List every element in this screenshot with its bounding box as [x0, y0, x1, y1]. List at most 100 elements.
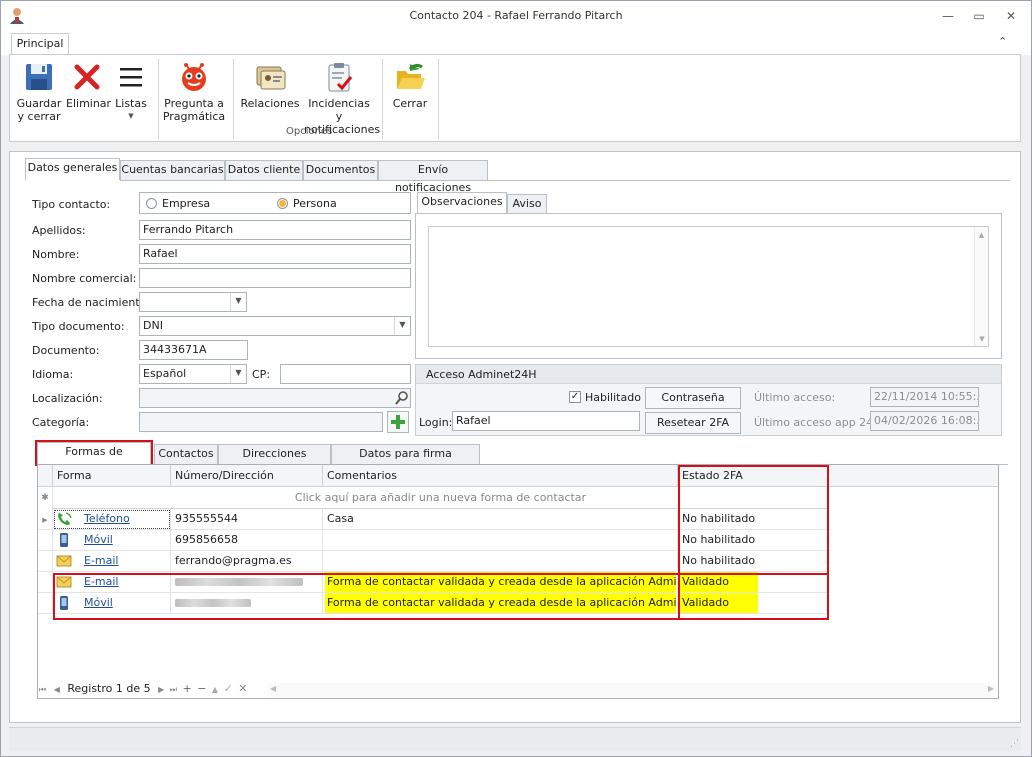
observaciones-textarea[interactable]: ▲ ▼: [428, 226, 989, 347]
tab-envio-notificaciones[interactable]: Envío notificaciones: [378, 160, 488, 194]
nombre-comercial-input[interactable]: [139, 268, 411, 288]
col-header-forma[interactable]: Forma: [53, 465, 171, 487]
radio-persona[interactable]: [277, 198, 288, 209]
col-header-comentarios[interactable]: Comentarios: [323, 465, 678, 487]
scroll-down-icon[interactable]: ▼: [975, 335, 989, 343]
ribbon-separator: [158, 59, 159, 139]
login-label: Login:: [419, 416, 453, 429]
radio-empresa[interactable]: [146, 198, 157, 209]
search-icon[interactable]: [394, 390, 410, 406]
row-indicator: ▶: [38, 509, 53, 530]
resize-grip-icon[interactable]: ⋰: [1010, 739, 1019, 749]
nav-edit-icon[interactable]: ▲: [212, 685, 218, 694]
ribbon-tab-bar: Principal ⌃: [1, 31, 1031, 56]
delete-button[interactable]: Eliminar: [66, 61, 112, 110]
idioma-label: Idioma:: [32, 368, 74, 381]
tab-aviso[interactable]: Aviso: [507, 194, 547, 214]
categoria-input[interactable]: [139, 412, 383, 432]
documento-input[interactable]: 34433671A: [139, 340, 248, 360]
dropdown-arrow-icon: ▼: [128, 112, 134, 120]
nav-prev-icon[interactable]: ◀: [54, 685, 60, 694]
forma-link[interactable]: Móvil: [84, 530, 113, 550]
nav-last-icon[interactable]: ⏭: [170, 685, 177, 694]
horizontal-scrollbar[interactable]: ◀ ▶: [268, 683, 998, 697]
col-header-numero[interactable]: Número/Dirección: [171, 465, 323, 487]
cell-comentarios: [323, 551, 678, 572]
cell-forma[interactable]: Móvil: [53, 530, 171, 551]
ribbon: Guardar y cerrar Eliminar Listas ▼ Pregu…: [9, 54, 1021, 142]
cell-numero: 695856658: [171, 530, 323, 551]
ask-pragmatica-button[interactable]: Pregunta a Pragmática: [162, 61, 226, 123]
tab-datos-firma[interactable]: Datos para firma electrónica: [331, 444, 480, 478]
nav-cancel-icon[interactable]: ✕: [238, 682, 247, 695]
apellidos-label: Apellidos:: [32, 224, 86, 237]
ribbon-collapse-button[interactable]: ⌃: [998, 35, 1007, 48]
login-input[interactable]: Rafael: [452, 411, 640, 431]
forma-link[interactable]: Teléfono: [84, 509, 130, 529]
habilitado-checkbox[interactable]: ✓: [569, 391, 581, 403]
tab-documentos[interactable]: Documentos: [303, 160, 378, 180]
close-button[interactable]: Cerrar: [388, 61, 432, 110]
tab-contactos[interactable]: Contactos: [154, 444, 218, 464]
cp-input[interactable]: [280, 364, 411, 384]
tab-direcciones-postales[interactable]: Direcciones postales: [218, 444, 331, 478]
cell-comentarios: [323, 530, 678, 551]
minimize-button[interactable]: —: [939, 7, 957, 25]
nav-remove-icon[interactable]: −: [197, 682, 206, 695]
observaciones-box: ▲ ▼: [415, 213, 1002, 359]
relations-button[interactable]: Relaciones: [240, 61, 300, 110]
numero-value: 935555544: [175, 512, 238, 525]
cell-forma[interactable]: Teléfono: [53, 509, 171, 530]
tab-datos-generales[interactable]: Datos generales: [25, 158, 120, 180]
restore-button[interactable]: ▭: [970, 7, 988, 25]
nombre-input[interactable]: Rafael: [139, 244, 411, 264]
forma-link[interactable]: E-mail: [84, 551, 119, 571]
nav-save-icon[interactable]: ✓: [224, 682, 233, 695]
clipboard-check-icon: [323, 61, 355, 93]
row-indicator: [38, 530, 53, 551]
annotation-box-tab: [35, 440, 153, 466]
delete-label: Eliminar: [66, 97, 112, 110]
tab-datos-cliente[interactable]: Datos cliente: [225, 160, 303, 180]
window-title: Contacto 204 - Rafael Ferrando Pitarch: [409, 9, 623, 22]
scrollbar[interactable]: ▲ ▼: [974, 227, 988, 346]
envelope-icon: [56, 554, 72, 568]
hamburger-list-icon: [115, 61, 147, 93]
resetear-2fa-button[interactable]: Resetear 2FA: [645, 412, 741, 434]
incidents-button[interactable]: Incidencias y notificaciones: [304, 61, 380, 136]
open-folder-exit-icon: [394, 61, 426, 93]
chevron-down-icon[interactable]: ▼: [230, 293, 246, 311]
fecha-nacimiento-input[interactable]: ▼: [139, 292, 247, 312]
nav-first-icon[interactable]: ⏮: [39, 685, 46, 694]
scroll-right-icon[interactable]: ▶: [988, 684, 994, 693]
categoria-label: Categoría:: [32, 416, 90, 429]
phone-icon: [56, 512, 72, 526]
localizacion-input[interactable]: [139, 388, 411, 408]
nav-add-icon[interactable]: +: [182, 682, 191, 695]
fecha-nacimiento-label: Fecha de nacimiento:: [32, 296, 151, 309]
tab-observaciones[interactable]: Observaciones: [417, 192, 507, 214]
ultimo-app-label: Último acceso app 24H:: [754, 416, 886, 429]
tipo-documento-select[interactable]: DNI ▼: [139, 316, 411, 336]
apellidos-input[interactable]: Ferrando Pitarch: [139, 220, 411, 240]
cell-forma[interactable]: E-mail: [53, 551, 171, 572]
scroll-up-icon[interactable]: ▲: [975, 231, 988, 239]
add-categoria-button[interactable]: [387, 411, 409, 433]
ribbon-tab-principal[interactable]: Principal: [11, 33, 69, 56]
lists-button[interactable]: Listas ▼: [112, 61, 150, 123]
chevron-down-icon[interactable]: ▼: [230, 365, 246, 383]
close-window-button[interactable]: ✕: [1002, 7, 1020, 25]
nav-next-icon[interactable]: ▶: [158, 685, 164, 694]
contrasena-button[interactable]: Contraseña: [645, 387, 741, 409]
tab-cuentas-bancarias[interactable]: Cuentas bancarias: [120, 160, 225, 180]
cp-label: CP:: [252, 368, 271, 381]
row-indicator: [38, 593, 53, 614]
idioma-select[interactable]: Español ▼: [139, 364, 247, 384]
ribbon-separator: [438, 59, 439, 139]
floppy-disk-icon: [23, 61, 55, 93]
numero-value: ferrando@pragma.es: [175, 554, 292, 567]
scroll-left-icon[interactable]: ◀: [270, 684, 276, 693]
save-close-button[interactable]: Guardar y cerrar: [16, 61, 62, 123]
ribbon-group-label: Opciones: [286, 126, 333, 137]
chevron-down-icon[interactable]: ▼: [394, 317, 410, 335]
